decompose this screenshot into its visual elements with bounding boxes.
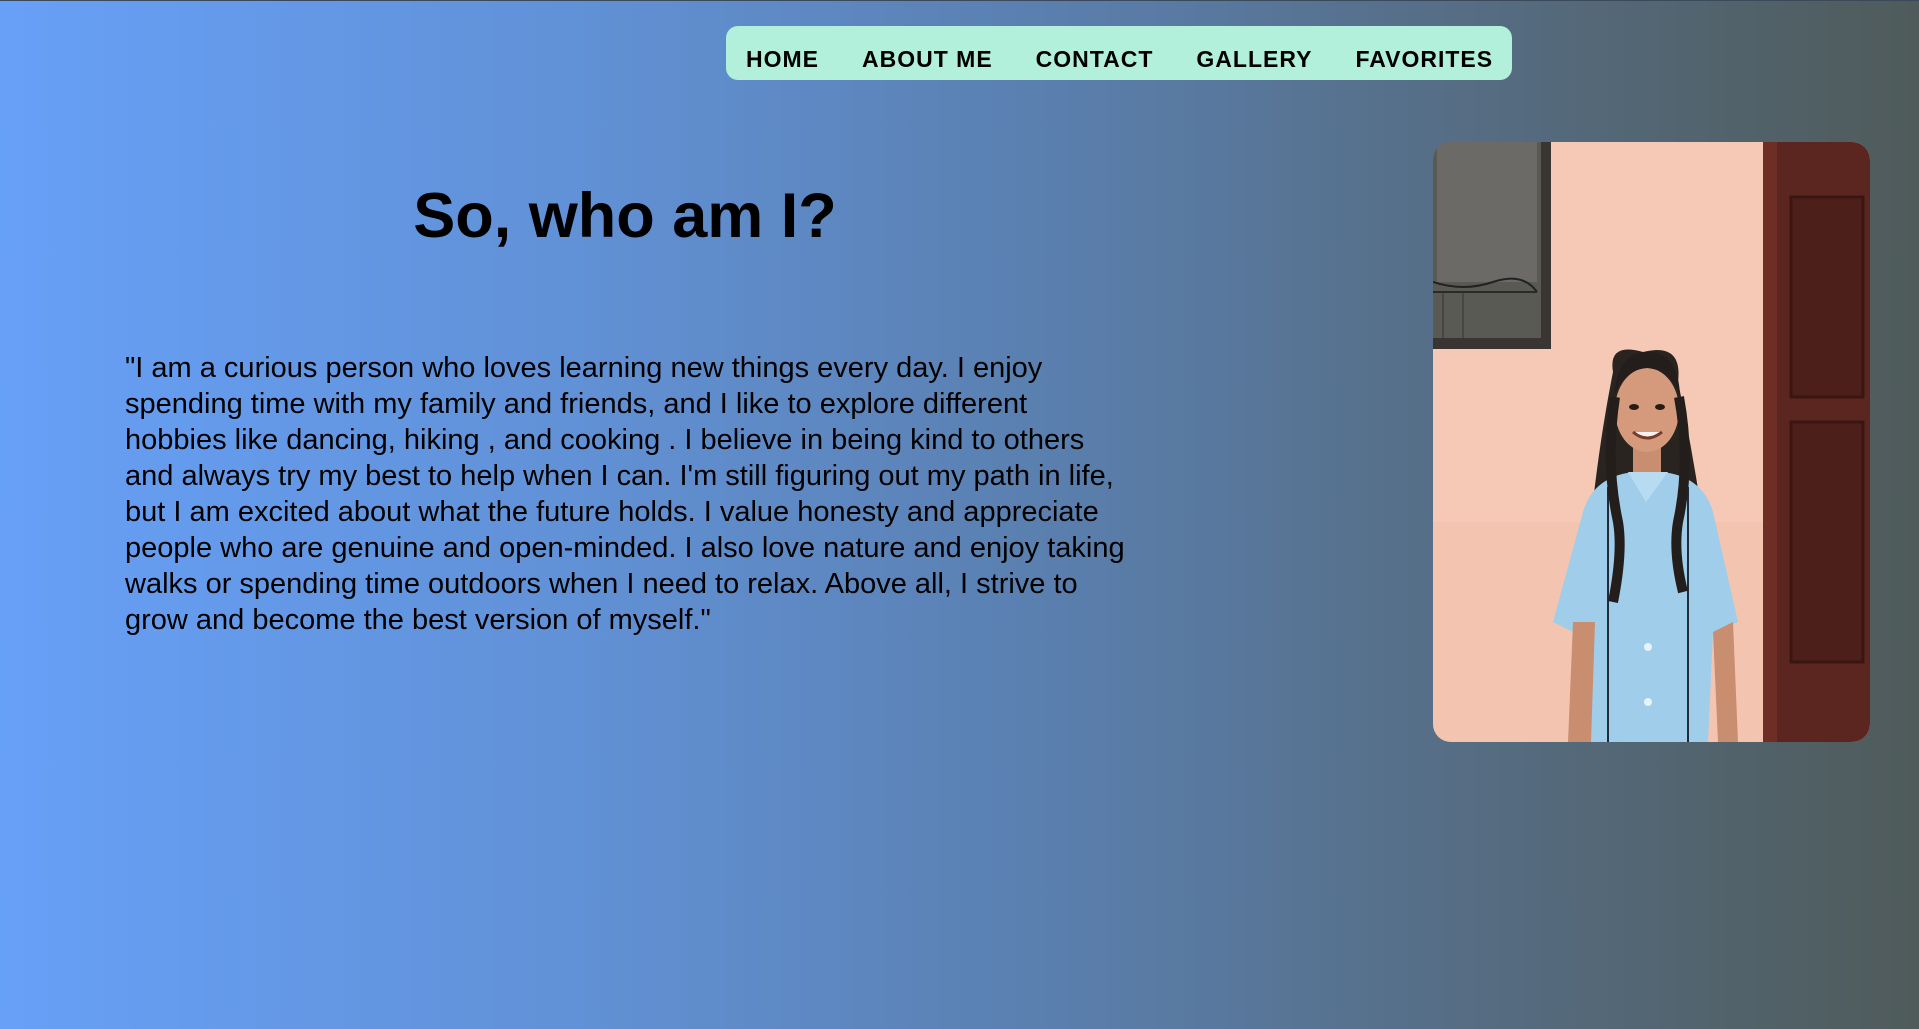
- nav-contact-link[interactable]: CONTACT: [1036, 46, 1154, 73]
- top-border-line: [0, 0, 1919, 1]
- profile-photo: [1433, 142, 1870, 742]
- nav-gallery-link[interactable]: GALLERY: [1196, 46, 1312, 73]
- top-navigation: HOME ABOUT ME CONTACT GALLERY FAVORITES: [726, 26, 1512, 80]
- page-title: So, who am I?: [413, 181, 837, 251]
- bio-paragraph: "I am a curious person who loves learnin…: [125, 352, 1125, 636]
- nav-favorites-link[interactable]: FAVORITES: [1355, 46, 1493, 73]
- nav-about-me-link[interactable]: ABOUT ME: [862, 46, 993, 73]
- nav-home-link[interactable]: HOME: [746, 46, 819, 73]
